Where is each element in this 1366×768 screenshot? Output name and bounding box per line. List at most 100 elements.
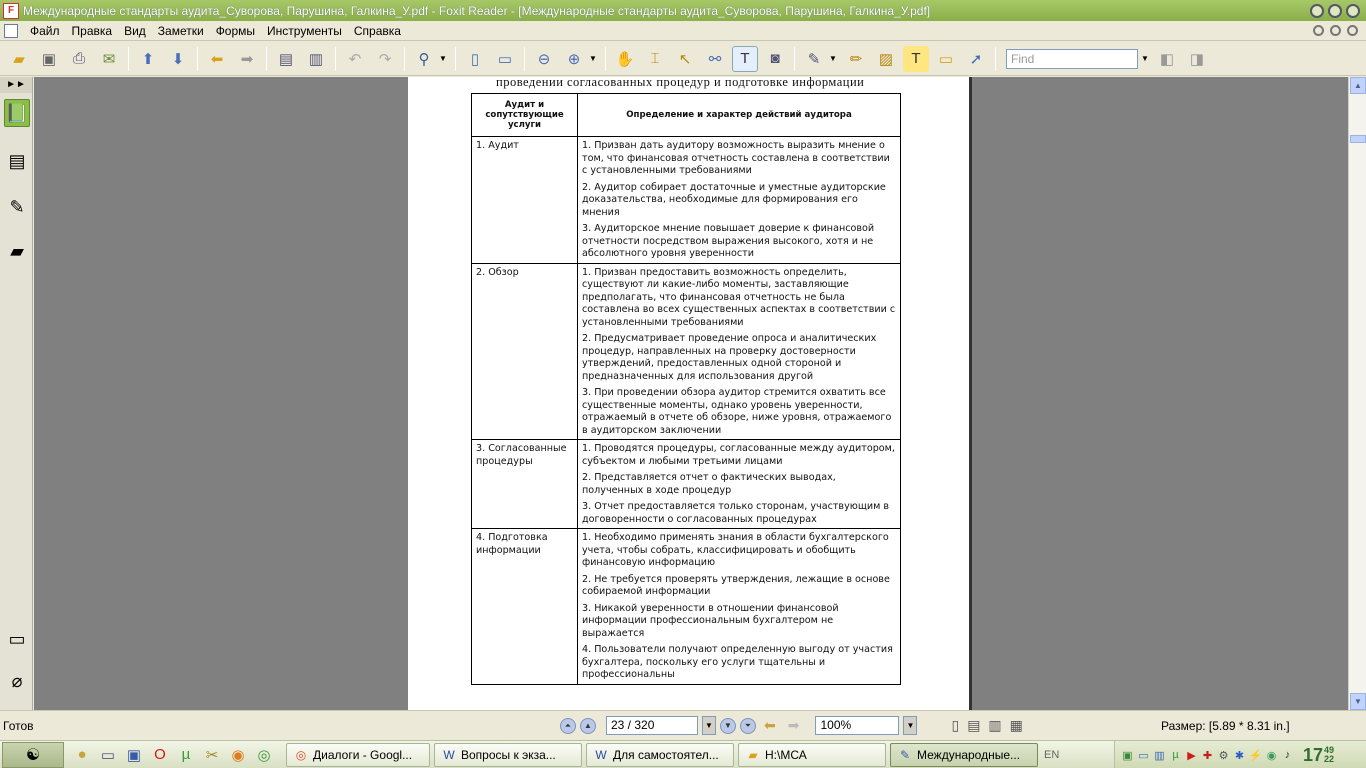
up-arrow-icon[interactable]: ⬆: [135, 46, 161, 72]
layers-icon[interactable]: ✎: [4, 193, 30, 221]
doc-close-button[interactable]: [1347, 25, 1358, 36]
tray-power-icon[interactable]: ⚡: [1249, 748, 1263, 762]
close-button[interactable]: [1346, 3, 1360, 18]
chrome-quick-icon[interactable]: ◎: [254, 745, 274, 765]
doc-restore-button[interactable]: [1330, 25, 1341, 36]
task-word-selfstudy[interactable]: W Для самостоятел...: [586, 742, 734, 767]
zoom-field[interactable]: 100%: [815, 716, 900, 735]
hand-icon[interactable]: ✋: [612, 46, 638, 72]
menu-forms[interactable]: Формы: [210, 24, 261, 38]
print-icon[interactable]: ⎙: [66, 46, 92, 72]
find-prev-icon[interactable]: ◧: [1154, 46, 1180, 72]
single-page-icon[interactable]: ▯: [951, 717, 959, 734]
down-arrow-icon[interactable]: ⬇: [165, 46, 191, 72]
tray-media-icon[interactable]: ▶: [1185, 748, 1198, 762]
save-icon[interactable]: ▣: [36, 46, 62, 72]
email-icon[interactable]: ✉: [96, 46, 122, 72]
forward-arrow-icon[interactable]: ➡: [234, 46, 260, 72]
menu-view[interactable]: Вид: [118, 24, 152, 38]
paperclip-icon[interactable]: ⌀: [4, 667, 30, 695]
note-icon[interactable]: ▭: [933, 46, 959, 72]
tool-icon[interactable]: ✂: [202, 745, 222, 765]
scroll-thumb[interactable]: [1350, 135, 1366, 143]
menu-comments[interactable]: Заметки: [152, 24, 210, 38]
zoom-in-icon[interactable]: ⊕: [561, 46, 587, 72]
page-insert-icon[interactable]: ▤: [273, 46, 299, 72]
attachments-panel-icon[interactable]: ▰: [4, 237, 30, 265]
back-arrow-icon[interactable]: ⬅: [204, 46, 230, 72]
task-foxit[interactable]: ✎ Международные...: [890, 742, 1038, 767]
utorrent-icon[interactable]: µ: [176, 745, 196, 765]
snapshot-icon[interactable]: ◙: [762, 46, 788, 72]
textbox-icon[interactable]: T: [903, 45, 929, 72]
computer-icon[interactable]: ▭: [98, 745, 118, 765]
maximize-button[interactable]: [1328, 3, 1342, 18]
tray-network-icon[interactable]: ▥: [1153, 748, 1166, 762]
tray-gear-icon[interactable]: ⚙: [1217, 748, 1230, 762]
start-button[interactable]: ☯: [2, 741, 64, 768]
first-page-icon[interactable]: ⏶: [560, 717, 576, 734]
tray-monitor-icon[interactable]: ▭: [1137, 748, 1150, 762]
zoom-icon[interactable]: ⚲: [411, 46, 437, 72]
back-view-icon[interactable]: ⬅: [764, 717, 776, 734]
redo-icon[interactable]: ↷: [372, 46, 398, 72]
task-chrome[interactable]: ◎ Диалоги - Googl...: [286, 742, 430, 767]
language-indicator[interactable]: EN: [1044, 749, 1066, 761]
task-word-questions[interactable]: W Вопросы к экза...: [434, 742, 582, 767]
tray-torrent-icon[interactable]: µ: [1169, 748, 1182, 762]
page-number-field[interactable]: 23 / 320: [606, 716, 698, 735]
clock[interactable]: 17 49 22: [1303, 745, 1334, 766]
tray-volume-icon[interactable]: ♪: [1281, 748, 1294, 762]
tray-sync-icon[interactable]: ◉: [1265, 748, 1278, 762]
task-folder[interactable]: ▰ H:\МСА: [738, 742, 886, 767]
doc-minimize-button[interactable]: [1313, 25, 1324, 36]
tray-shield-icon[interactable]: ✚: [1201, 748, 1214, 762]
expand-panel-button[interactable]: ►►: [0, 77, 32, 93]
menu-edit[interactable]: Правка: [66, 24, 119, 38]
menu-file[interactable]: Файл: [24, 24, 66, 38]
facing-icon[interactable]: ▥: [988, 717, 1001, 734]
last-page-icon[interactable]: ⏷: [740, 717, 756, 734]
tray-app-icon[interactable]: ▣: [1121, 748, 1134, 762]
open-folder-icon[interactable]: ▰: [6, 46, 32, 72]
foxit-app-icon[interactable]: F: [3, 2, 19, 19]
arrow-icon[interactable]: ➚: [963, 46, 989, 72]
zoom-dropdown-icon[interactable]: ▼: [437, 46, 449, 72]
opera-icon[interactable]: O: [150, 745, 170, 765]
vertical-scrollbar[interactable]: ▲ ▼: [1348, 77, 1366, 710]
document-icon[interactable]: [4, 23, 18, 38]
next-page-icon[interactable]: ▼: [720, 717, 736, 734]
disk-icon[interactable]: ●: [72, 745, 92, 765]
pen-icon[interactable]: ✎: [801, 46, 827, 72]
menu-tools[interactable]: Инструменты: [261, 24, 348, 38]
document-view[interactable]: проведении согласованных процедур и подг…: [34, 77, 1348, 710]
bookmarks-icon[interactable]: 📗: [4, 99, 30, 127]
firefox-icon[interactable]: ◉: [228, 745, 248, 765]
menu-help[interactable]: Справка: [348, 24, 407, 38]
scroll-down-button[interactable]: ▼: [1350, 693, 1366, 710]
undo-icon[interactable]: ↶: [342, 46, 368, 72]
find-text-icon[interactable]: ⚯: [702, 46, 728, 72]
comments-icon[interactable]: ▭: [4, 625, 30, 653]
page-extract-icon[interactable]: ▥: [303, 46, 329, 72]
pen-dropdown-icon[interactable]: ▼: [827, 46, 839, 72]
find-next-icon[interactable]: ◨: [1184, 46, 1210, 72]
zoom-level-dropdown-icon[interactable]: ▼: [903, 716, 918, 735]
floppy-icon[interactable]: ▣: [124, 745, 144, 765]
zoom-in-dropdown-icon[interactable]: ▼: [587, 46, 599, 72]
pencil-icon[interactable]: ✏: [843, 46, 869, 72]
select-text-icon[interactable]: ⌶: [642, 46, 668, 72]
find-dropdown-icon[interactable]: ▼: [1138, 49, 1152, 69]
find-input[interactable]: Find: [1006, 48, 1138, 69]
select-arrow-icon[interactable]: ↖: [672, 46, 698, 72]
tray-bluetooth-icon[interactable]: ✱: [1233, 748, 1246, 762]
fit-width-icon[interactable]: ▭: [492, 46, 518, 72]
forward-view-icon[interactable]: ➡: [788, 717, 800, 734]
fit-page-icon[interactable]: ▯: [462, 46, 488, 72]
minimize-button[interactable]: [1310, 3, 1324, 18]
scroll-up-button[interactable]: ▲: [1350, 77, 1366, 94]
continuous-icon[interactable]: ▤: [967, 717, 980, 734]
pages-icon[interactable]: ▤: [4, 147, 30, 175]
highlight-icon[interactable]: ▨: [873, 46, 899, 72]
prev-page-icon[interactable]: ▲: [580, 717, 596, 734]
